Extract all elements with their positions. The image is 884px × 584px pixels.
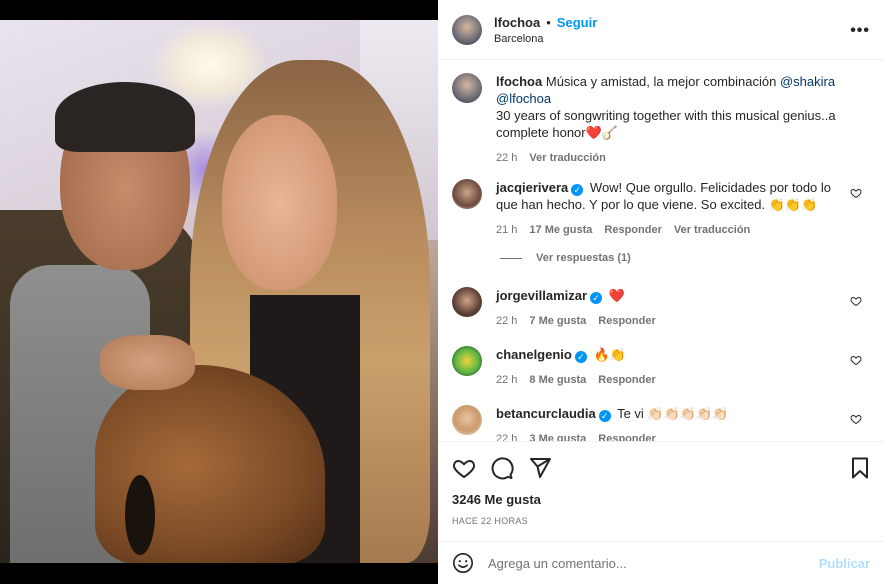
post-side-panel: lfochoa • Seguir Barcelona ••• lfochoa M… — [438, 0, 884, 584]
comment-meta: 21 h 17 Me gusta Responder Ver traducció… — [496, 222, 841, 239]
like-heart-icon[interactable] — [850, 413, 862, 425]
comment-item: jacqierivera ✓ Wow! Que orgullo. Felicida… — [452, 179, 872, 239]
separator-dot: • — [546, 14, 551, 30]
comment-input[interactable] — [488, 555, 808, 571]
avatar[interactable] — [452, 179, 482, 209]
timestamp[interactable]: 22 h — [496, 150, 517, 167]
comment-body: jorgevillamizar ✓ ❤️ 22 h 7 Me gusta Resp… — [496, 287, 841, 330]
comment-item: chanelgenio ✓ 🔥👏 22 h 8 Me gusta Responde… — [452, 346, 872, 389]
save-bookmark-button[interactable] — [848, 456, 872, 485]
avatar[interactable] — [452, 14, 482, 45]
avatar[interactable] — [452, 287, 482, 317]
guitar-soundhole — [125, 475, 155, 555]
location-link[interactable]: Barcelona — [494, 33, 597, 45]
caption-meta: 22 h Ver traducción — [496, 150, 841, 167]
comment-item: jorgevillamizar ✓ ❤️ 22 h 7 Me gusta Resp… — [452, 287, 872, 330]
more-options-icon[interactable]: ••• — [850, 22, 870, 40]
post-timestamp[interactable]: HACE 22 HORAS — [452, 516, 528, 526]
post-actions: 3246 Me gusta HACE 22 HORAS — [438, 441, 884, 541]
reply-button[interactable]: Responder — [598, 431, 655, 441]
likes-count[interactable]: 3246 Me gusta — [452, 492, 541, 507]
woman-face — [222, 115, 337, 290]
reply-button[interactable]: Responder — [598, 313, 655, 330]
view-replies-label: Ver respuestas (1) — [536, 252, 631, 264]
mention-link[interactable]: @lfochoa — [496, 91, 551, 106]
verified-badge-icon: ✓ — [574, 351, 587, 363]
avatar[interactable] — [452, 73, 482, 103]
comments-list[interactable]: lfochoa Música y amistad, la mejor combi… — [438, 61, 884, 441]
bookmark-icon — [852, 457, 868, 479]
comment-meta: 22 h 8 Me gusta Responder — [496, 372, 841, 389]
comment-body: betancurclaudia ✓ Te vi 👏🏻👏🏻👏🏻👏🏻👏🏻 22 h 3… — [496, 405, 841, 441]
comment-item: betancurclaudia ✓ Te vi 👏🏻👏🏻👏🏻👏🏻👏🏻 22 h 3… — [452, 405, 872, 441]
header-line: lfochoa • Seguir — [494, 15, 597, 30]
post-media-area — [0, 0, 438, 584]
comment-username[interactable]: chanelgenio — [496, 347, 572, 362]
comment-username[interactable]: jacqierivera — [496, 180, 568, 195]
like-heart-icon[interactable] — [850, 354, 862, 366]
follow-button[interactable]: Seguir — [557, 15, 597, 30]
caption-body: lfochoa Música y amistad, la mejor combi… — [496, 73, 841, 167]
translate-link[interactable]: Ver traducción — [529, 150, 605, 167]
publish-button[interactable]: Publicar — [819, 556, 870, 571]
comment-body: chanelgenio ✓ 🔥👏 22 h 8 Me gusta Responde… — [496, 346, 841, 389]
reply-button[interactable]: Responder — [604, 222, 661, 239]
comment-text: Te vi 👏🏻👏🏻👏🏻👏🏻👏🏻 — [617, 406, 729, 421]
comment-meta: 22 h 3 Me gusta Responder — [496, 431, 841, 441]
share-send-icon[interactable] — [528, 456, 552, 480]
caption-username[interactable]: lfochoa — [496, 74, 542, 89]
view-replies-button[interactable]: Ver respuestas (1) — [500, 252, 631, 264]
translate-link[interactable]: Ver traducción — [674, 222, 750, 239]
timestamp[interactable]: 22 h — [496, 431, 517, 441]
reply-button[interactable]: Responder — [598, 372, 655, 389]
likes-count[interactable]: 7 Me gusta — [529, 313, 586, 330]
likes-count[interactable]: 17 Me gusta — [529, 222, 592, 239]
header-username[interactable]: lfochoa — [494, 15, 540, 30]
avatar[interactable] — [452, 346, 482, 376]
caption-text: Música y amistad, la mejor combinación — [545, 74, 777, 89]
instagram-post-modal: lfochoa • Seguir Barcelona ••• lfochoa M… — [0, 0, 884, 584]
comment-text: 🔥👏 — [593, 347, 626, 362]
hand — [100, 335, 195, 390]
likes-count[interactable]: 8 Me gusta — [529, 372, 586, 389]
comment-meta: 22 h 7 Me gusta Responder — [496, 313, 841, 330]
action-buttons — [452, 456, 552, 480]
comment-bubble-icon[interactable] — [490, 456, 514, 480]
add-comment-bar: Publicar — [438, 541, 884, 584]
comment-text: ❤️ — [608, 288, 625, 303]
likes-count[interactable]: 3 Me gusta — [529, 431, 586, 441]
timestamp[interactable]: 22 h — [496, 313, 517, 330]
smiley-icon[interactable] — [452, 552, 474, 574]
man-hair — [55, 82, 195, 152]
post-photo[interactable] — [0, 20, 438, 563]
caption: lfochoa Música y amistad, la mejor combi… — [452, 73, 872, 167]
like-heart-icon[interactable] — [850, 295, 862, 307]
avatar[interactable] — [452, 405, 482, 435]
like-heart-icon[interactable] — [452, 456, 476, 480]
post-header: lfochoa • Seguir Barcelona ••• — [438, 0, 884, 60]
replies-divider — [500, 257, 522, 259]
like-heart-icon[interactable] — [850, 187, 862, 199]
verified-badge-icon: ✓ — [571, 184, 584, 196]
header-text: lfochoa • Seguir Barcelona — [494, 15, 597, 45]
timestamp[interactable]: 21 h — [496, 222, 517, 239]
verified-badge-icon: ✓ — [590, 292, 603, 304]
comment-username[interactable]: jorgevillamizar — [496, 288, 587, 303]
mention-link[interactable]: @shakira — [780, 74, 835, 89]
timestamp[interactable]: 22 h — [496, 372, 517, 389]
verified-badge-icon: ✓ — [598, 410, 611, 422]
comment-body: jacqierivera ✓ Wow! Que orgullo. Felicida… — [496, 179, 841, 239]
comment-username[interactable]: betancurclaudia — [496, 406, 596, 421]
caption-text-line2: 30 years of songwriting together with th… — [496, 108, 836, 140]
